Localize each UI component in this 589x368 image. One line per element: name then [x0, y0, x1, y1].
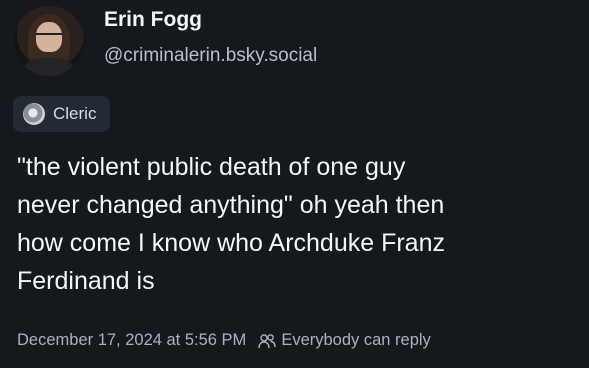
avatar-glasses — [36, 33, 62, 42]
avatar[interactable] — [14, 6, 84, 76]
post-text: "the violent public death of one guy nev… — [17, 153, 445, 295]
cleric-badge-icon — [23, 103, 45, 125]
post-timestamp[interactable]: December 17, 2024 at 5:56 PM — [17, 331, 246, 350]
author-display-name[interactable]: Erin Fogg — [104, 8, 202, 32]
cleric-badge[interactable]: Cleric — [13, 96, 111, 132]
reply-setting-label: Everybody can reply — [281, 331, 431, 349]
post-footer: December 17, 2024 at 5:56 PM Everybody c… — [17, 331, 431, 350]
author-handle[interactable]: @criminalerin.bsky.social — [104, 45, 317, 67]
post-card: Erin Fogg @criminalerin.bsky.social Cler… — [0, 0, 589, 368]
people-icon — [258, 333, 277, 348]
badge-label: Cleric — [53, 104, 97, 123]
reply-setting[interactable]: Everybody can reply — [258, 331, 431, 350]
avatar-body — [24, 58, 74, 76]
